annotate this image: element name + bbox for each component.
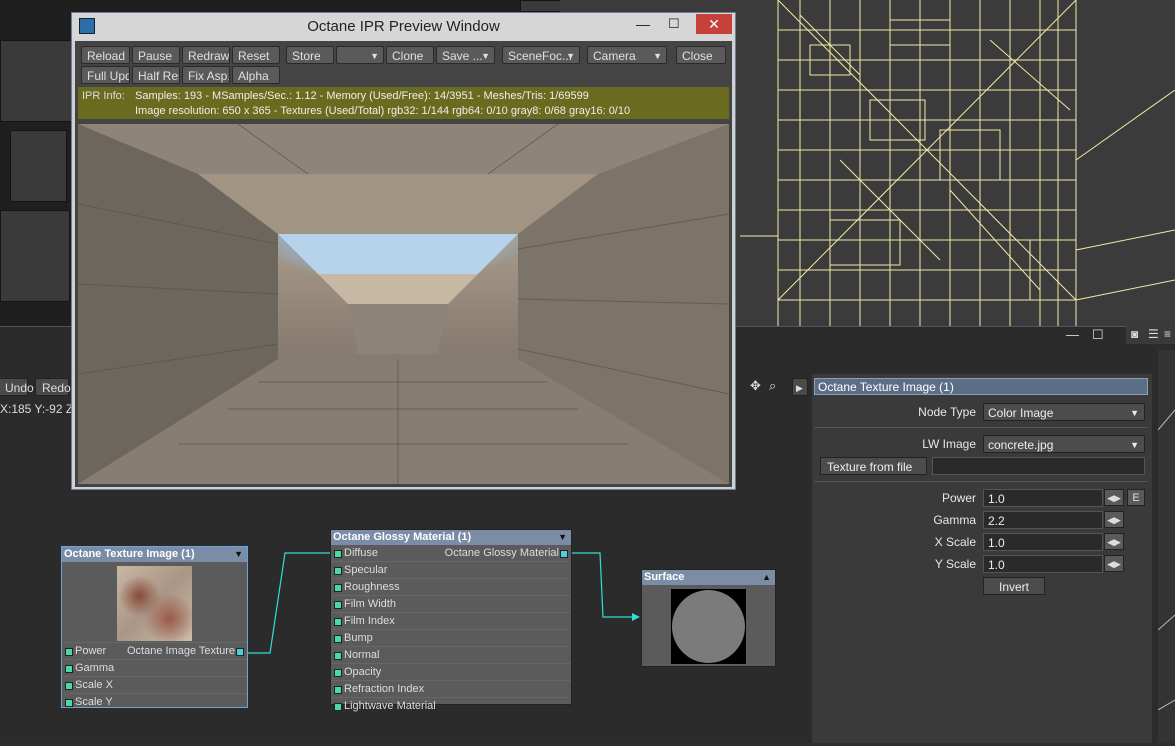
port-diffuse[interactable]: Diffuse Octane Glossy Material: [331, 545, 571, 561]
arrow-icon: [632, 613, 640, 621]
port-label: Normal: [344, 649, 380, 661]
ipr-info-bar: IPR Info: Samples: 193 - MSamples/Sec.: …: [78, 87, 729, 119]
node-title-text: Octane Glossy Material (1): [333, 531, 472, 543]
port-label: Bump: [344, 632, 373, 644]
port-film-index[interactable]: Film Index: [331, 612, 571, 629]
port-label: Film Width: [344, 598, 396, 610]
port-gamma[interactable]: Gamma: [62, 659, 247, 676]
port-label: Diffuse: [344, 547, 379, 559]
input-port-icon[interactable]: [334, 635, 342, 643]
port-normal[interactable]: Normal: [331, 646, 571, 663]
output-port-icon[interactable]: [236, 648, 244, 656]
collapse-icon[interactable]: ▲: [762, 570, 771, 585]
redraw-button[interactable]: Redraw: [182, 46, 230, 64]
port-label: Opacity: [344, 666, 382, 678]
alpha-button[interactable]: Alpha: [232, 66, 280, 84]
input-port-icon[interactable]: [334, 618, 342, 626]
node-title[interactable]: Surface ▲: [642, 570, 775, 585]
port-opacity[interactable]: Opacity: [331, 663, 571, 680]
input-port-icon[interactable]: [334, 703, 342, 711]
chevron-down-icon: ▼: [566, 51, 575, 61]
texture-image-node[interactable]: Octane Texture Image (1) ▼ Power Octane …: [61, 546, 248, 708]
ipr-info-line1: Samples: 193 - MSamples/Sec.: 1.12 - Mem…: [135, 90, 589, 102]
render-corridor: [78, 124, 729, 484]
port-label: Scale X: [75, 679, 113, 691]
input-port-icon[interactable]: [65, 699, 73, 707]
node-title[interactable]: Octane Glossy Material (1) ▼: [331, 530, 571, 545]
output-label: Octane Image Texture: [126, 645, 235, 657]
input-port-icon[interactable]: [334, 584, 342, 592]
glossy-material-node[interactable]: Octane Glossy Material (1) ▼ Diffuse Oct…: [330, 529, 572, 712]
port-label: Lightwave Material: [344, 700, 436, 712]
input-port-icon[interactable]: [334, 601, 342, 609]
input-port-icon[interactable]: [65, 682, 73, 690]
ipr-info-line2: Image resolution: 650 x 365 - Textures (…: [135, 105, 631, 117]
node-title-text: Surface: [644, 571, 685, 583]
reset-button[interactable]: Reset: [232, 46, 280, 64]
save-select[interactable]: Save ... ▼: [436, 46, 495, 64]
close-button[interactable]: Close: [676, 46, 726, 64]
port-label: Roughness: [344, 581, 400, 593]
input-port-icon[interactable]: [334, 686, 342, 694]
port-film-width[interactable]: Film Width: [331, 595, 571, 612]
reload-button[interactable]: Reload: [81, 46, 130, 64]
input-port-icon[interactable]: [334, 669, 342, 677]
collapse-icon[interactable]: ▼: [558, 530, 567, 545]
preview-sphere: [672, 590, 745, 663]
connection-wire: [246, 552, 330, 654]
store-button[interactable]: Store: [286, 46, 334, 64]
port-scale-x[interactable]: Scale X: [62, 676, 247, 693]
node-title-text: Octane Texture Image (1): [64, 548, 195, 560]
close-icon[interactable]: ✕: [696, 14, 732, 34]
chevron-down-icon: ▼: [370, 51, 379, 61]
camera-select[interactable]: Camera ▼: [587, 46, 667, 64]
surface-preview: [671, 589, 746, 664]
input-port-icon[interactable]: [65, 665, 73, 673]
full-update-button[interactable]: Full Upd.: [81, 66, 130, 84]
minimize-icon[interactable]: —: [636, 16, 650, 32]
port-bump[interactable]: Bump: [331, 629, 571, 646]
pause-button[interactable]: Pause: [132, 46, 180, 64]
store-slot-select[interactable]: ▼: [336, 46, 384, 64]
output-label: Octane Glossy Material: [444, 547, 559, 559]
ipr-info-label: IPR Info:: [82, 90, 125, 102]
render-preview-image[interactable]: [78, 124, 729, 484]
app-icon: [79, 18, 95, 34]
input-port-icon[interactable]: [65, 648, 73, 656]
scene-focus-select[interactable]: SceneFoc... ▼: [502, 46, 580, 64]
maximize-icon[interactable]: ☐: [668, 16, 680, 32]
port-specular[interactable]: Specular: [331, 561, 571, 578]
connection-wire: [571, 552, 638, 618]
input-port-icon[interactable]: [334, 652, 342, 660]
texture-thumbnail: [117, 566, 192, 641]
collapse-icon[interactable]: ▼: [234, 547, 243, 562]
camera-label: Camera: [593, 49, 636, 63]
port-label: Scale Y: [75, 696, 113, 708]
port-label: Gamma: [75, 662, 115, 674]
chevron-down-icon: ▼: [481, 51, 490, 61]
input-port-icon[interactable]: [334, 567, 342, 575]
ipr-preview-window[interactable]: Octane IPR Preview Window — ☐ ✕ Reload P…: [71, 12, 736, 490]
port-roughness[interactable]: Roughness: [331, 578, 571, 595]
port-label: Power: [75, 645, 107, 657]
input-port-icon[interactable]: [334, 550, 342, 558]
half-res-button[interactable]: Half Res: [132, 66, 180, 84]
save-label: Save ...: [442, 49, 483, 63]
port-refraction-index[interactable]: Refraction Index: [331, 680, 571, 697]
port-lightwave-material[interactable]: Lightwave Material: [331, 697, 571, 714]
port-label: Film Index: [344, 615, 395, 627]
output-port-icon[interactable]: [560, 550, 568, 558]
ipr-body: Reload Pause Redraw Reset Store ▼ Clone …: [75, 41, 732, 487]
node-title[interactable]: Octane Texture Image (1) ▼: [62, 547, 247, 562]
surface-node[interactable]: Surface ▲: [641, 569, 776, 667]
scene-focus-label: SceneFoc...: [508, 49, 573, 63]
port-scale-y[interactable]: Scale Y: [62, 693, 247, 710]
port-label: Refraction Index: [344, 683, 425, 695]
texture-preview-area: [62, 562, 247, 642]
chevron-down-icon: ▼: [653, 51, 662, 61]
clone-button[interactable]: Clone: [386, 46, 434, 64]
fix-aspect-button[interactable]: Fix Asp.: [182, 66, 230, 84]
port-power[interactable]: Power Octane Image Texture: [62, 642, 247, 659]
port-label: Specular: [344, 564, 388, 576]
